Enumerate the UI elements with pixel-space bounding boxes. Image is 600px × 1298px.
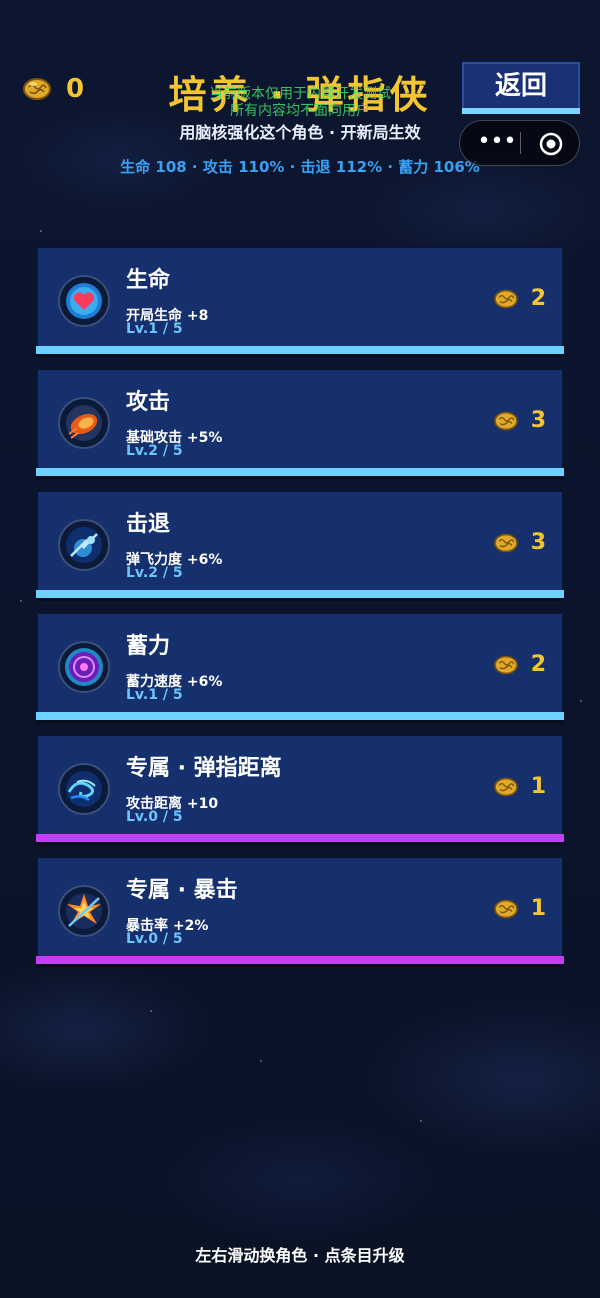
upgrade-level: Lv.0 / 5	[126, 809, 183, 825]
upgrade-cost: 1	[493, 896, 546, 921]
heart-orb-icon	[58, 275, 110, 327]
upgrade-cost: 3	[493, 530, 546, 555]
wind-swirl-icon	[58, 763, 110, 815]
more-menu-icon[interactable]: •••	[474, 131, 520, 155]
upgrade-level: Lv.2 / 5	[126, 443, 183, 459]
progress-bar-cyan	[36, 590, 564, 598]
upgrade-name: 生命	[126, 268, 171, 293]
fire-fist-icon	[58, 397, 110, 449]
upgrade-cost: 2	[493, 286, 546, 311]
star-decor	[40, 230, 42, 232]
purple-portal-icon	[58, 641, 110, 693]
cost-amount: 2	[530, 652, 546, 677]
upgrade-card-charge[interactable]: 蓄力 蓄力速度 +6% Lv.1 / 5 2	[36, 612, 564, 720]
brain-core-icon	[493, 655, 518, 674]
cost-amount: 2	[530, 286, 546, 311]
upgrade-screen: 0 培养 · 弹指侠 当前版本仅用于内部开发测试 所有内容均不面向用户 用脑核强…	[0, 0, 600, 1298]
crit-spark-icon	[58, 885, 110, 937]
upgrade-name: 击退	[126, 512, 171, 537]
upgrade-level: Lv.1 / 5	[126, 321, 183, 337]
upgrade-name: 蓄力	[126, 634, 171, 659]
star-decor	[20, 600, 22, 602]
miniprogram-capsule: •••	[459, 120, 580, 166]
upgrade-card-knockback[interactable]: 击退 弹飞力度 +6% Lv.2 / 5 3	[36, 490, 564, 598]
cost-amount: 3	[530, 408, 546, 433]
blue-burst-icon	[58, 519, 110, 571]
upgrade-name: 专属 · 暴击	[126, 878, 238, 903]
upgrade-level: Lv.2 / 5	[126, 565, 183, 581]
star-decor	[420, 1120, 422, 1122]
footer-hint: 左右滑动换角色 · 点条目升级	[195, 1246, 405, 1265]
progress-bar-cyan	[36, 712, 564, 720]
star-decor	[260, 1060, 262, 1062]
upgrade-level: Lv.1 / 5	[126, 687, 183, 703]
cost-amount: 1	[530, 774, 546, 799]
upgrade-cost: 2	[493, 652, 546, 677]
progress-bar-purple	[36, 834, 564, 842]
upgrade-cost: 3	[493, 408, 546, 433]
brain-core-icon	[493, 411, 518, 430]
upgrade-card-exclusive-range[interactable]: 专属 · 弹指距离 攻击距离 +10 Lv.0 / 5 1	[36, 734, 564, 842]
upgrade-name: 专属 · 弹指距离	[126, 756, 282, 781]
upgrade-level: Lv.0 / 5	[126, 931, 183, 947]
brain-core-icon	[493, 777, 518, 796]
close-target-icon[interactable]	[538, 131, 564, 157]
star-decor	[580, 700, 582, 702]
upgrade-card-hp[interactable]: 生命 开局生命 +8 Lv.1 / 5 2	[36, 246, 564, 354]
brain-core-icon	[493, 289, 518, 308]
brain-core-icon	[493, 533, 518, 552]
progress-bar-purple	[36, 956, 564, 964]
upgrade-card-exclusive-crit[interactable]: 专属 · 暴击 暴击率 +2% Lv.0 / 5 1	[36, 856, 564, 964]
upgrade-cost: 1	[493, 774, 546, 799]
progress-bar-cyan	[36, 346, 564, 354]
upgrade-card-attack[interactable]: 攻击 基础攻击 +5% Lv.2 / 5 3	[36, 368, 564, 476]
upgrade-name: 攻击	[126, 390, 171, 415]
capsule-divider	[520, 132, 521, 154]
cost-amount: 3	[530, 530, 546, 555]
back-button[interactable]: 返回	[462, 62, 580, 114]
star-decor	[150, 1010, 152, 1012]
progress-bar-cyan	[36, 468, 564, 476]
brain-core-icon	[493, 899, 518, 918]
cost-amount: 1	[530, 896, 546, 921]
